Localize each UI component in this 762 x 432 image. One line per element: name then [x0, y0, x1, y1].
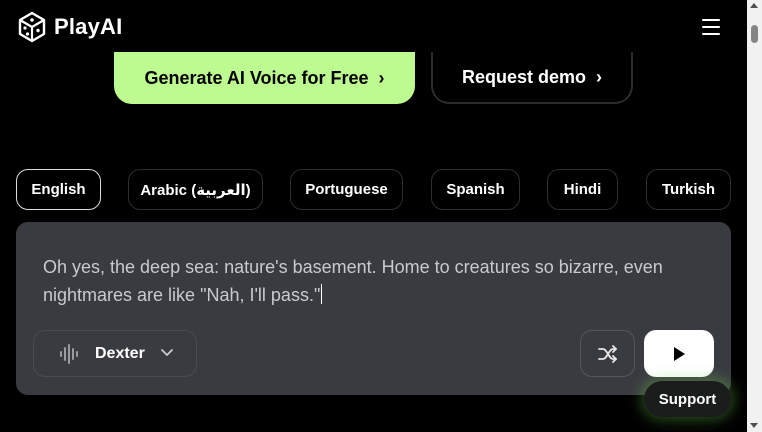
text-caret	[321, 284, 323, 304]
scroll-down-arrow-icon[interactable]	[750, 423, 758, 428]
generate-voice-button[interactable]: Generate AI Voice for Free ›	[114, 52, 415, 104]
scrollbar-thumb[interactable]	[751, 25, 758, 43]
tts-editor-panel: Oh yes, the deep sea: nature's basement.…	[16, 222, 731, 395]
tab-english[interactable]: English	[16, 169, 101, 210]
tts-text-value: Oh yes, the deep sea: nature's basement.…	[43, 257, 663, 305]
brand-name[interactable]: PlayAI	[54, 14, 122, 40]
hamburger-menu-icon[interactable]	[698, 17, 724, 37]
generate-voice-label: Generate AI Voice for Free	[144, 67, 369, 88]
audio-waveform-icon	[60, 344, 78, 364]
tab-turkish[interactable]: Turkish	[646, 169, 731, 210]
support-button[interactable]: Support	[644, 381, 731, 417]
play-icon	[674, 346, 685, 361]
play-button[interactable]	[644, 330, 714, 377]
tts-text-input[interactable]: Oh yes, the deep sea: nature's basement.…	[43, 253, 703, 309]
voice-name: Dexter	[95, 345, 145, 362]
page-scrollbar[interactable]	[747, 0, 762, 432]
scroll-up-arrow-icon[interactable]	[750, 3, 758, 8]
voice-selector[interactable]: Dexter	[33, 330, 197, 377]
tab-spanish[interactable]: Spanish	[431, 169, 520, 210]
tab-portuguese[interactable]: Portuguese	[290, 169, 403, 210]
page: PlayAI Generate AI Voice for Free › Requ…	[0, 0, 747, 432]
request-demo-label: Request demo	[461, 66, 587, 87]
tab-arabic[interactable]: Arabic (العربية)	[128, 169, 263, 210]
chevron-right-icon: ›	[596, 66, 603, 87]
shuffle-icon	[597, 344, 617, 363]
tab-hindi[interactable]: Hindi	[547, 169, 618, 210]
chevron-down-icon	[161, 349, 173, 356]
chevron-right-icon: ›	[378, 67, 385, 88]
shuffle-button[interactable]	[580, 330, 635, 377]
request-demo-button[interactable]: Request demo ›	[431, 52, 633, 104]
dice-cube-icon[interactable]	[16, 11, 48, 43]
